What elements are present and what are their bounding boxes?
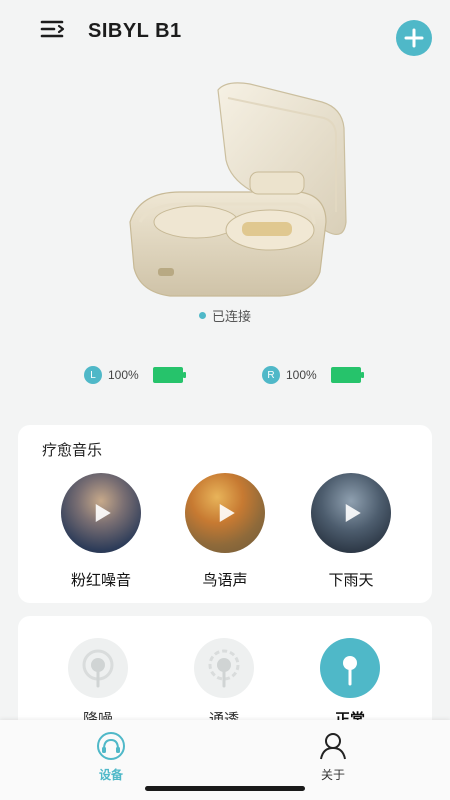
healing-music-card: 疗愈音乐 粉红噪音 鸟语声 下雨天: [18, 425, 432, 603]
pink-noise-thumbnail: [61, 473, 141, 553]
nav-label: 关于: [320, 768, 345, 782]
person-icon: [320, 733, 346, 760]
rainy-day-thumbnail: [311, 473, 391, 553]
play-icon: [219, 504, 235, 522]
play-icon: [95, 504, 111, 522]
play-icon: [345, 504, 361, 522]
birdsong-thumbnail: [185, 473, 265, 553]
left-battery: L 100%: [84, 364, 186, 386]
noise-cancel-icon: [68, 638, 128, 698]
nav-label: 设备: [98, 768, 123, 782]
plus-icon: [404, 28, 424, 48]
mode-noise-cancel[interactable]: 降噪: [58, 638, 138, 729]
battery-icon: [330, 367, 364, 383]
mode-transparency[interactable]: 通透: [184, 638, 264, 729]
left-battery-percent: 100%: [108, 368, 139, 382]
right-side-badge: R: [262, 366, 280, 384]
music-item-birdsong[interactable]: 鸟语声: [180, 473, 270, 590]
device-title: SIBYL B1: [88, 20, 182, 42]
home-indicator[interactable]: [145, 786, 305, 791]
connected-dot-icon: [198, 312, 206, 319]
transparency-icon: [194, 638, 254, 698]
music-item-pink-noise[interactable]: 粉红噪音: [56, 473, 146, 590]
right-battery: R 100%: [262, 364, 364, 386]
left-side-badge: L: [84, 366, 102, 384]
nav-item-about[interactable]: 关于: [298, 732, 368, 783]
menu-icon[interactable]: [40, 18, 68, 40]
right-battery-percent: 100%: [286, 368, 317, 382]
headphones-icon: [97, 732, 125, 760]
earbuds-case-image: [129, 82, 347, 297]
normal-mode-icon: [320, 638, 380, 698]
mode-normal[interactable]: 正常: [310, 638, 390, 729]
connection-status: 已连接: [0, 306, 450, 325]
music-item-label: 粉红噪音: [70, 571, 131, 589]
music-item-rainy-day[interactable]: 下雨天: [306, 473, 396, 590]
section-title: 疗愈音乐: [42, 441, 103, 459]
nav-item-device[interactable]: 设备: [76, 732, 146, 783]
battery-icon: [152, 367, 186, 383]
connection-status-text: 已连接: [211, 310, 251, 325]
add-device-button[interactable]: [396, 20, 432, 56]
music-item-label: 下雨天: [328, 571, 374, 589]
music-item-label: 鸟语声: [202, 571, 248, 589]
app-header: SIBYL B1: [0, 0, 450, 64]
